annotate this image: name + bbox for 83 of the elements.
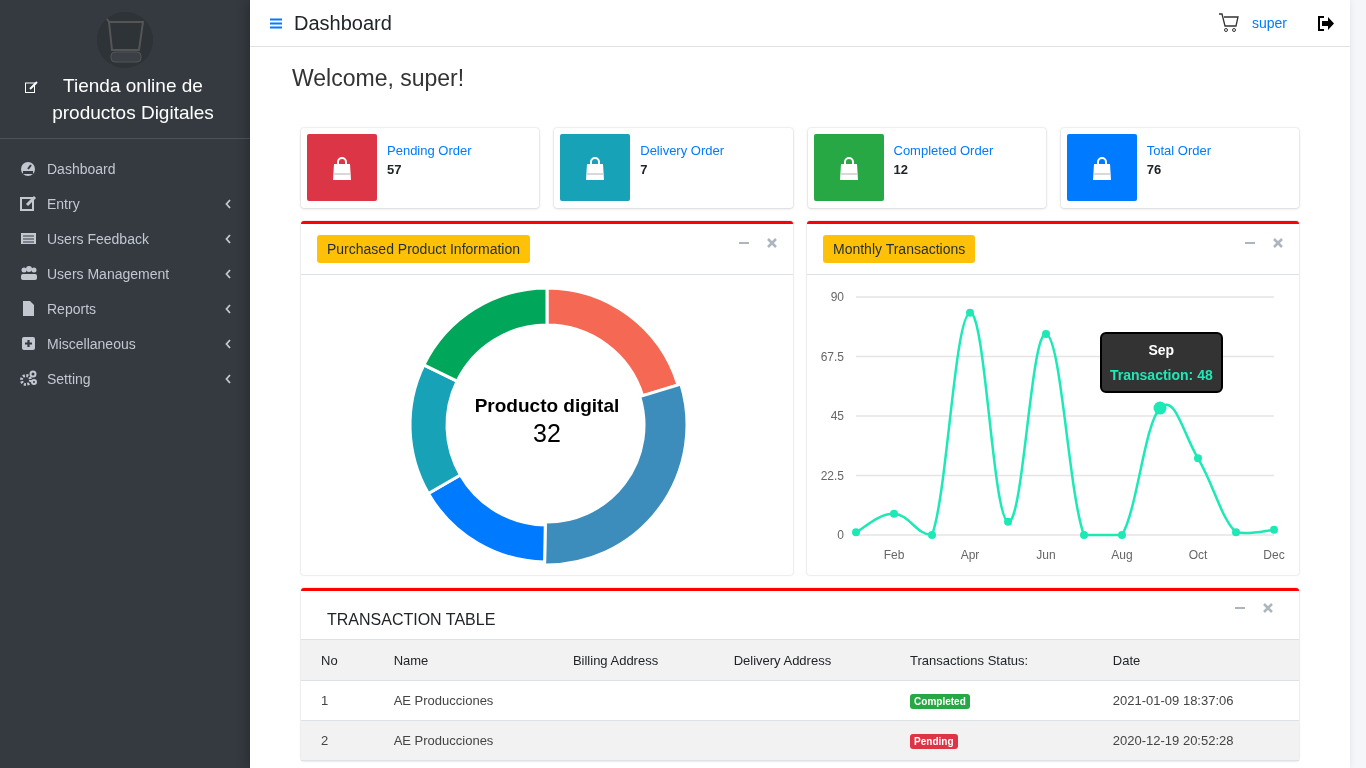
stat-value: 57 — [387, 162, 403, 177]
sidebar-item[interactable]: Entry — [0, 186, 250, 221]
tooltip-title: Sep — [1147, 342, 1176, 359]
sidebar-item[interactable]: Reports — [0, 291, 250, 326]
status-badge: Pending — [910, 734, 958, 749]
chevron-left-icon — [225, 233, 232, 244]
stat-value: 76 — [1146, 162, 1163, 177]
close-icon[interactable] — [767, 238, 777, 248]
data-point[interactable] — [1153, 401, 1167, 415]
table-cell: 2 — [301, 720, 374, 761]
panel-title: Purchased Product Information — [317, 235, 530, 263]
data-point[interactable] — [928, 531, 936, 539]
data-point[interactable] — [890, 509, 898, 518]
y-tick-label: 67.5 — [820, 349, 844, 364]
welcome-heading: Welcome, super! — [292, 65, 466, 92]
column-header: Name — [373, 640, 553, 681]
sidebar-item[interactable]: Users Feedback — [0, 221, 250, 256]
column-header: Date — [1092, 640, 1299, 681]
table-cell: 2021-01-09 18:37:06 — [1092, 680, 1299, 721]
sidebar-item[interactable]: Miscellaneous — [0, 326, 250, 361]
column-header: Delivery Address — [713, 640, 891, 681]
y-tick-label: 45 — [830, 409, 844, 423]
data-point[interactable] — [1080, 531, 1088, 539]
stat-label: Completed Order — [893, 143, 994, 158]
panel-title: Monthly Transactions — [823, 235, 976, 263]
y-tick-label: 90 — [830, 290, 844, 304]
edit-icon — [24, 81, 38, 93]
chevron-left-icon — [225, 268, 232, 279]
chevron-left-icon — [225, 373, 232, 384]
column-header: Transactions Status: — [890, 640, 1093, 681]
donut-center-value: 32 — [532, 419, 562, 448]
data-point[interactable] — [1232, 528, 1240, 537]
column-header: Billing Address — [552, 640, 714, 681]
x-tick-label: Oct — [1188, 548, 1208, 562]
users-icon — [20, 265, 38, 282]
stat-value: 12 — [893, 162, 909, 177]
brand-title: Tienda online de productos Digitales — [51, 74, 215, 125]
stat-value: 7 — [640, 162, 649, 177]
data-point[interactable] — [852, 528, 860, 537]
stat-label: Total Order — [1146, 143, 1212, 158]
close-icon[interactable] — [1273, 238, 1283, 248]
table-cell: 2020-12-19 20:52:28 — [1092, 720, 1299, 761]
data-point[interactable] — [1194, 454, 1202, 463]
chevron-left-icon — [225, 198, 232, 209]
table-title: TRANSACTION TABLE — [327, 611, 496, 629]
plus-square-icon — [20, 335, 38, 352]
sidebar-item[interactable]: Users Management — [0, 256, 250, 291]
data-point[interactable] — [1118, 531, 1126, 539]
table-cell: 1 — [301, 680, 374, 721]
stat-label: Pending Order — [387, 143, 472, 158]
user-link[interactable]: super — [1251, 15, 1287, 31]
logout-icon[interactable] — [1317, 15, 1334, 31]
x-tick-label: Feb — [883, 548, 905, 562]
dashboard-gauge-icon — [20, 160, 38, 177]
gears-icon — [20, 370, 38, 387]
y-tick-label: 0 — [837, 528, 844, 542]
page-title: Dashboard — [294, 11, 393, 35]
column-header: No — [301, 640, 374, 681]
x-tick-label: Dec — [1263, 548, 1285, 562]
sidebar-item[interactable]: Setting — [0, 361, 250, 396]
cart-icon[interactable] — [1217, 12, 1240, 34]
menu-icon[interactable] — [270, 17, 282, 29]
y-tick-label: 22.5 — [820, 468, 844, 483]
x-tick-label: Jun — [1036, 548, 1056, 562]
chevron-left-icon — [225, 338, 232, 349]
sidebar-item[interactable]: Dashboard — [0, 151, 250, 186]
x-tick-label: Apr — [960, 548, 980, 562]
chevron-left-icon — [225, 303, 232, 314]
data-point[interactable] — [1270, 525, 1278, 534]
data-point[interactable] — [1042, 330, 1050, 338]
donut-slice[interactable] — [422, 286, 549, 383]
data-point[interactable] — [1004, 517, 1012, 526]
edit-icon — [20, 195, 38, 212]
status-badge: Completed — [910, 694, 970, 709]
data-point[interactable] — [966, 308, 974, 317]
stat-label: Delivery Order — [640, 143, 725, 158]
donut-center-label: Producto digital — [473, 395, 621, 417]
close-icon[interactable] — [1263, 603, 1273, 613]
list-icon — [20, 230, 38, 247]
tooltip-value: Transaction: 48 — [1110, 367, 1213, 384]
x-tick-label: Aug — [1111, 548, 1133, 562]
table-cell: AE Producciones — [373, 720, 553, 761]
table-cell: AE Producciones — [373, 680, 553, 721]
